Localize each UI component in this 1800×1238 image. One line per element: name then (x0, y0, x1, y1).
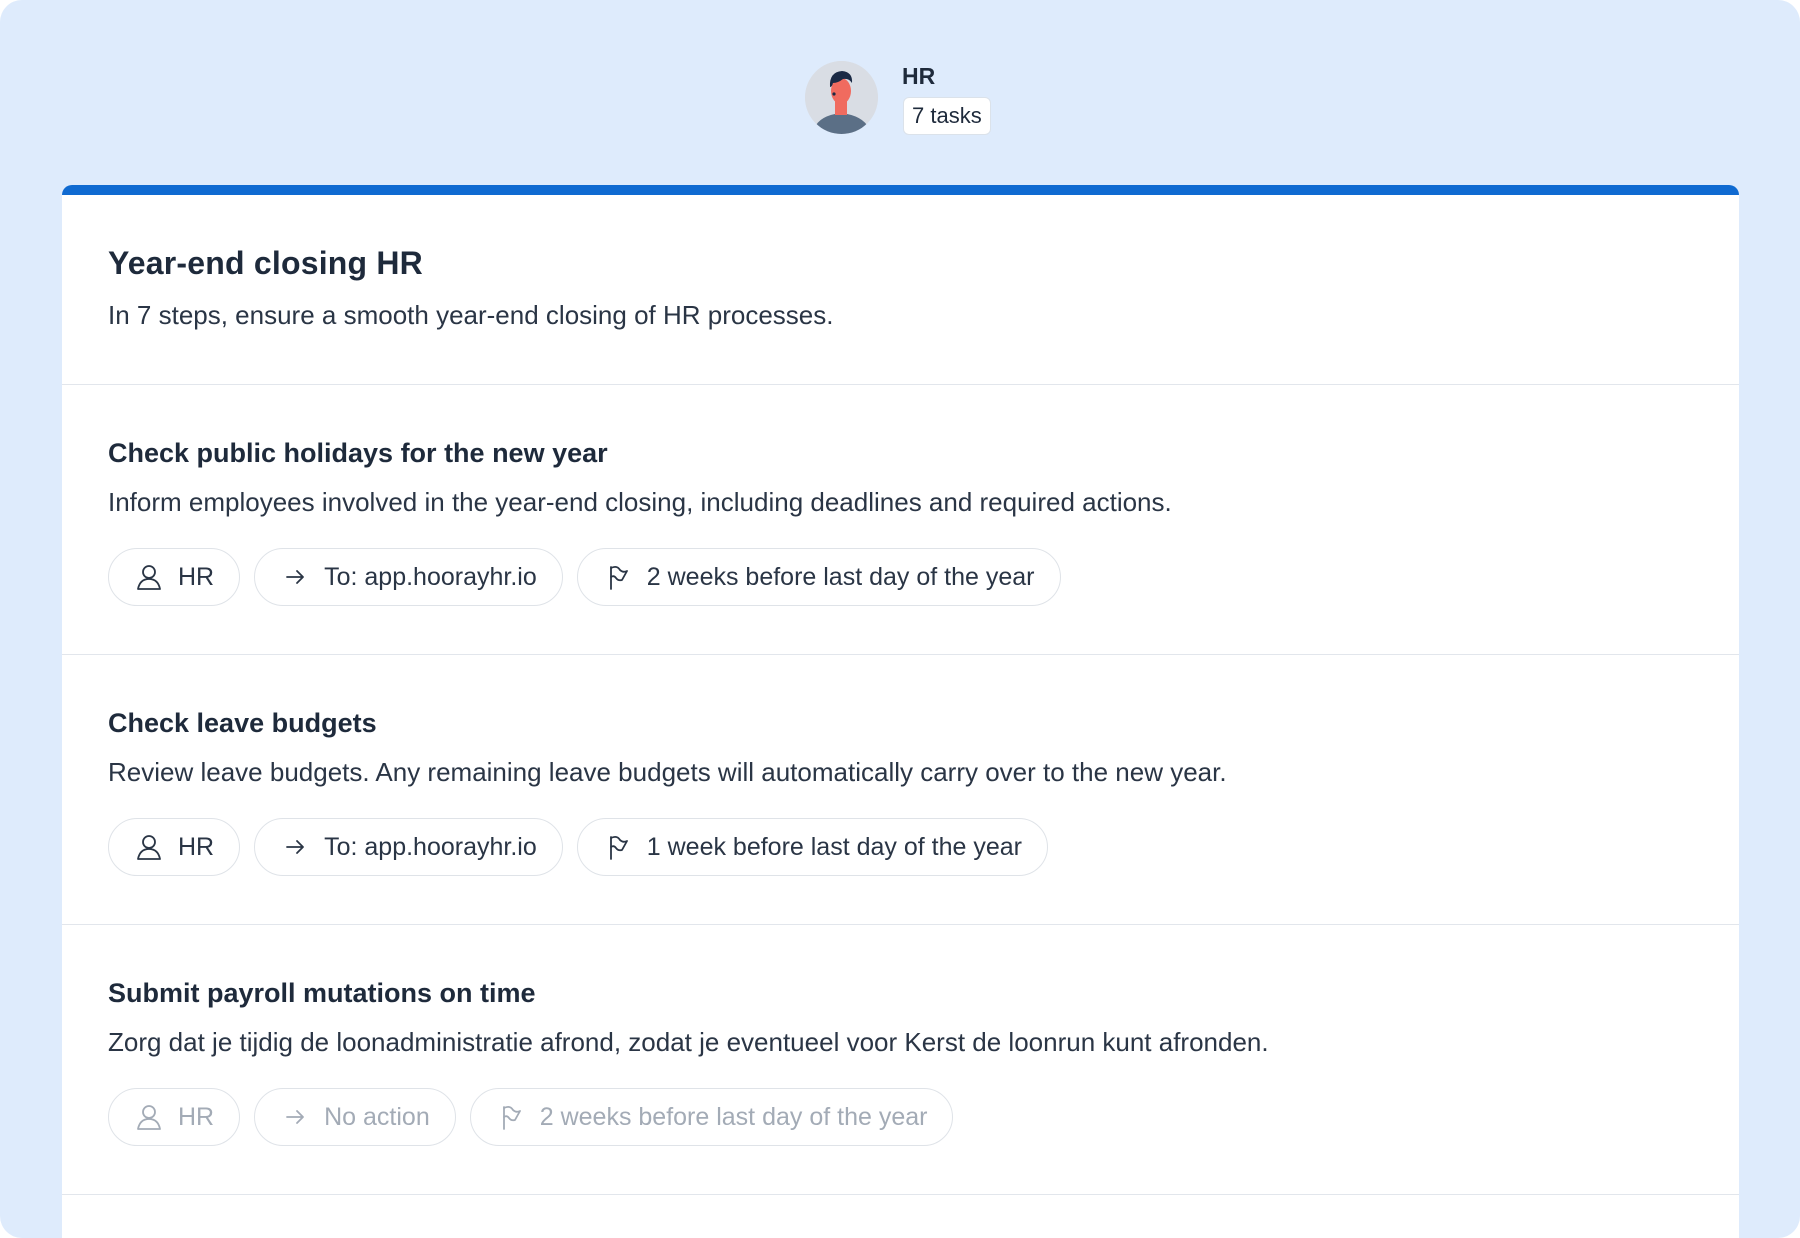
user-icon (134, 1102, 164, 1132)
flag-icon (496, 1102, 526, 1132)
deadline-chip[interactable]: 1 week before last day of the year (576, 818, 1048, 876)
assignee-header: HR 7 tasks (0, 0, 1800, 186)
task-description: Zorg dat je tijdig de loonadministratie … (108, 1027, 1269, 1057)
intro-section: Year-end closing HR In 7 steps, ensure a… (62, 195, 1739, 385)
task-description: Review leave budgets. Any remaining leav… (108, 757, 1227, 787)
assignee-chip[interactable]: HR (108, 548, 241, 606)
assignee-name: HR (902, 63, 936, 89)
action-chip[interactable]: No action (254, 1088, 456, 1146)
page-title: Year-end closing HR (108, 245, 423, 281)
user-icon (134, 832, 164, 862)
deadline-label: 1 week before last day of the year (646, 832, 1022, 861)
arrow-right-icon (280, 832, 310, 862)
page-subtitle: In 7 steps, ensure a smooth year-end clo… (108, 300, 834, 330)
assignee-chip[interactable]: HR (108, 1088, 241, 1146)
flag-icon (603, 832, 633, 862)
task-title: Check leave budgets (108, 708, 377, 738)
task-item[interactable]: Check public holidays for the new year I… (62, 385, 1739, 655)
arrow-right-icon (280, 1102, 310, 1132)
assignee-label: HR (178, 1102, 215, 1131)
avatar (805, 61, 878, 134)
task-meta: HR No action 2 weeks before last day of … (108, 1088, 1693, 1146)
task-meta: HR To: app.hoorayhr.io 1 week before las… (108, 818, 1693, 876)
task-list-card: Year-end closing HR In 7 steps, ensure a… (62, 185, 1739, 1238)
task-description: Inform employees involved in the year-en… (108, 487, 1172, 517)
arrow-right-icon (280, 562, 310, 592)
action-label: To: app.hoorayhr.io (324, 562, 537, 591)
task-count-badge: 7 tasks (903, 97, 991, 135)
assignee-chip[interactable]: HR (108, 818, 241, 876)
user-icon (134, 562, 164, 592)
deadline-label: 2 weeks before last day of the year (646, 562, 1035, 591)
action-chip[interactable]: To: app.hoorayhr.io (254, 548, 563, 606)
action-label: No action (324, 1102, 430, 1131)
task-meta: HR To: app.hoorayhr.io 2 weeks before la… (108, 548, 1693, 606)
action-chip[interactable]: To: app.hoorayhr.io (254, 818, 563, 876)
deadline-label: 2 weeks before last day of the year (539, 1102, 928, 1131)
flag-icon (603, 562, 633, 592)
action-label: To: app.hoorayhr.io (324, 832, 537, 861)
assignee-label: HR (178, 832, 215, 861)
task-title: Submit payroll mutations on time (108, 978, 536, 1008)
deadline-chip[interactable]: 2 weeks before last day of the year (576, 548, 1061, 606)
task-title: Check public holidays for the new year (108, 438, 608, 468)
person-illustration-icon (805, 61, 878, 134)
task-item[interactable]: Submit payroll mutations on time Zorg da… (62, 925, 1739, 1195)
assignee-label: HR (178, 562, 215, 591)
task-item[interactable]: Check leave budgets Review leave budgets… (62, 655, 1739, 925)
deadline-chip[interactable]: 2 weeks before last day of the year (469, 1088, 954, 1146)
page-background: HR 7 tasks Year-end closing HR In 7 step… (0, 0, 1800, 1238)
